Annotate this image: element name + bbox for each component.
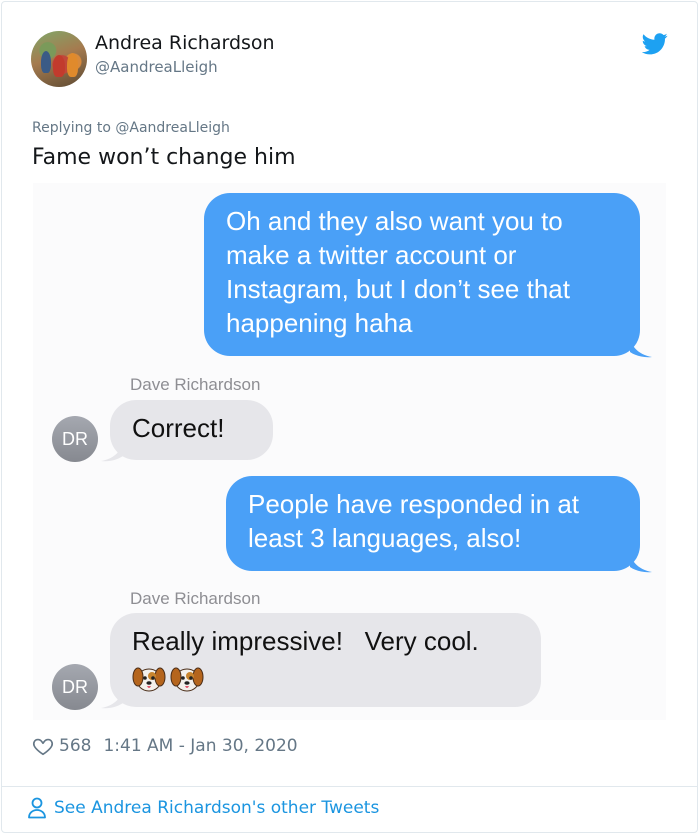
author-handle[interactable]: @AandreaLleigh — [95, 58, 218, 76]
bubble-tail — [101, 689, 123, 709]
message-text: Really impressive! Very cool. — [132, 626, 479, 656]
message-line: make a twitter account or — [226, 240, 517, 270]
tweet-timestamp[interactable]: 1:41 AM - Jan 30, 2020 — [103, 736, 297, 756]
message-line: Oh and they also want you to — [226, 206, 563, 236]
tweet-text: Fame won’t change him — [32, 145, 296, 170]
dog-face-emoji — [170, 667, 204, 692]
tweet-meta-row: 568 1:41 AM - Jan 30, 2020 — [32, 735, 298, 757]
like-count[interactable]: 568 — [59, 736, 91, 756]
replying-handle-link[interactable]: @AandreaLleigh — [115, 120, 230, 136]
bubble-tail — [101, 442, 123, 462]
message-line: People have responded in at — [248, 489, 580, 519]
message-line: Instagram, but I don’t see that — [226, 274, 570, 304]
replying-prefix: Replying to — [32, 120, 111, 136]
bubble-tail — [630, 338, 652, 358]
author-display-name[interactable]: Andrea Richardson — [95, 32, 275, 54]
tweet-media-image[interactable]: Oh and they also want you to make a twit… — [33, 183, 666, 720]
message-line: least 3 languages, also! — [248, 523, 522, 553]
author-avatar[interactable] — [31, 31, 87, 87]
dog-face-emoji — [132, 667, 166, 692]
sender-name-label: Dave Richardson — [130, 375, 261, 394]
heart-icon[interactable] — [32, 735, 54, 757]
contact-avatar: DR — [52, 416, 98, 462]
see-other-tweets-label[interactable]: See Andrea Richardson's other Tweets — [54, 798, 379, 818]
incoming-message-bubble: Correct! — [110, 400, 273, 460]
outgoing-message-bubble: Oh and they also want you to make a twit… — [204, 193, 640, 356]
see-other-tweets-link[interactable]: See Andrea Richardson's other Tweets — [27, 797, 379, 819]
message-text: Correct! — [132, 413, 225, 443]
message-line: happening haha — [226, 308, 413, 338]
footer-divider — [1, 786, 698, 787]
sender-name-label: Dave Richardson — [130, 589, 261, 608]
person-icon — [28, 797, 46, 819]
outgoing-message-bubble: People have responded in at least 3 lang… — [226, 476, 640, 571]
incoming-message-bubble: Really impressive! Very cool. — [110, 613, 541, 707]
replying-to: Replying to @AandreaLleigh — [32, 120, 230, 136]
contact-avatar: DR — [52, 664, 98, 710]
twitter-bird-icon[interactable] — [642, 33, 668, 55]
bubble-tail — [630, 553, 652, 573]
emoji-row — [132, 664, 519, 694]
